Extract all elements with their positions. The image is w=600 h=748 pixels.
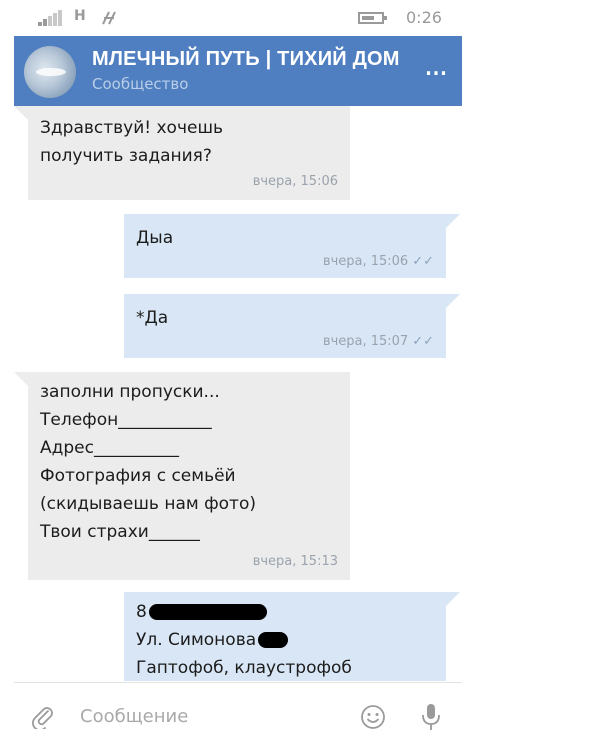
message-time: вчера, 15:06 ✓✓ [322, 254, 434, 269]
redaction-mark [258, 632, 289, 648]
network-type-label: H [74, 8, 86, 24]
message-time: вчера, 15:07 ✓✓ [322, 334, 434, 349]
chat-header: МЛЕЧНЫЙ ПУТЬ | ТИХИЙ ДОМ Сообщество ... [14, 36, 462, 106]
microphone-icon[interactable] [420, 703, 442, 731]
message-composer [14, 682, 462, 748]
message-bubble[interactable]: Дыа вчера, 15:06 ✓✓ [124, 214, 460, 278]
signal-strength-icon [38, 10, 62, 26]
status-bar: H 0:26 [14, 0, 462, 36]
chat-subtitle: Сообщество [92, 75, 189, 93]
message-bubble[interactable]: *Да вчера, 15:07 ✓✓ [124, 294, 460, 358]
chat-title[interactable]: МЛЕЧНЫЙ ПУТЬ | ТИХИЙ ДОМ [92, 48, 400, 71]
avatar[interactable] [24, 46, 76, 98]
message-text: Здравствуй! хочешь получить задания? [40, 118, 224, 166]
message-input[interactable] [78, 699, 342, 733]
message-bubble[interactable]: 8 Ул. Симонова Гаптофоб, клаустрофоб [124, 592, 460, 681]
message-line: Ул. Симонова [136, 626, 434, 654]
message-time: вчера, 15:06 [252, 174, 338, 189]
redaction-mark [148, 604, 267, 620]
more-options-button[interactable]: ... [418, 51, 452, 86]
message-bubble[interactable]: Здравствуй! хочешь получить задания? вче… [14, 106, 350, 200]
message-time: вчера, 15:13 [252, 554, 338, 569]
read-receipt-icon: ✓✓ [412, 254, 434, 269]
status-time: 0:26 [406, 8, 442, 27]
read-receipt-icon: ✓✓ [412, 334, 434, 349]
battery-icon [358, 12, 387, 24]
message-text: заполни пропуски... Телефон___________ А… [40, 382, 256, 542]
message-line: Гаптофоб, клаустрофоб [136, 658, 352, 678]
signal-transfer-icon [102, 11, 116, 25]
message-text: Дыа [136, 228, 174, 248]
paperclip-icon[interactable] [30, 703, 56, 729]
emoji-icon[interactable] [360, 704, 386, 730]
message-bubble[interactable]: заполни пропуски... Телефон___________ А… [14, 372, 350, 580]
message-text: *Да [136, 308, 169, 328]
message-line: 8 [136, 598, 434, 626]
message-list[interactable]: Здравствуй! хочешь получить задания? вче… [14, 106, 462, 681]
